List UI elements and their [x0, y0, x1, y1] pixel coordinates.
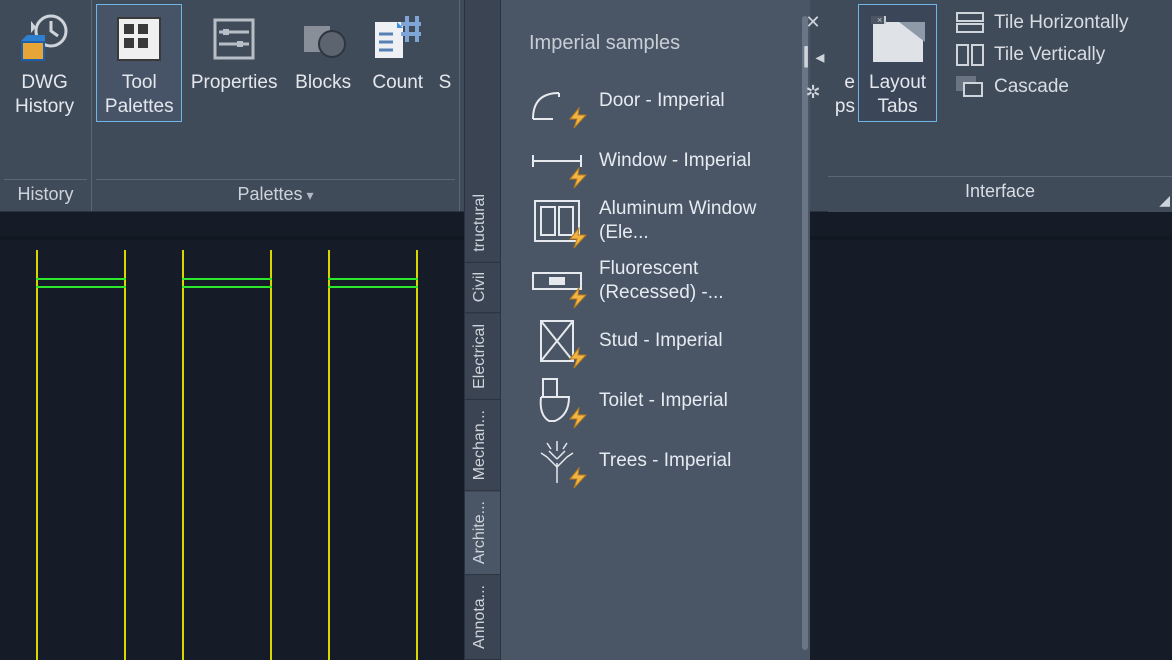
ribbon-right-visible: eps × Layout Tabs	[828, 4, 940, 174]
palette-tab-architectural[interactable]: Archite...	[465, 491, 500, 575]
palette-item-label: Door - Imperial	[599, 89, 725, 113]
palette-item-label: Fluorescent (Recessed) -...	[599, 257, 759, 305]
panel-palettes: Tool Palettes Properties	[92, 0, 460, 211]
blocks-icon	[295, 11, 351, 67]
door-icon	[529, 77, 585, 125]
palette-item-window[interactable]: Window - Imperial	[501, 131, 810, 191]
dock-icon[interactable]: ▎◂	[805, 47, 822, 68]
panel-history-title: History	[4, 179, 87, 211]
window-icon	[529, 137, 585, 185]
tool-palette-controls: ✕ ▎◂ ✲	[798, 12, 828, 103]
tool-palettes-icon	[111, 11, 167, 67]
dwg-history-button[interactable]: DWG History	[4, 4, 85, 122]
tool-palettes-button[interactable]: Tool Palettes	[96, 4, 182, 122]
palette-tab-electrical[interactable]: Electrical	[465, 314, 500, 400]
cut-eps-icon	[831, 11, 855, 67]
palette-item-trees[interactable]: Trees - Imperial	[501, 431, 810, 491]
tile-horizontal-icon	[956, 12, 984, 34]
palette-item-door[interactable]: Door - Imperial	[501, 71, 810, 131]
cut-ribbon-button-s[interactable]: S	[435, 4, 455, 98]
palette-item-label: Stud - Imperial	[599, 329, 723, 353]
cascade[interactable]: Cascade	[952, 74, 1164, 100]
palette-item-label: Toilet - Imperial	[599, 389, 728, 413]
blocks-button[interactable]: Blocks	[286, 4, 361, 98]
tool-palette-title: Imperial samples	[501, 0, 810, 71]
cascade-icon	[956, 76, 984, 98]
panel-palettes-title[interactable]: Palettes	[96, 179, 455, 211]
cascade-label: Cascade	[994, 76, 1069, 98]
tool-palette: Annota... Archite... Mechan... Electrica…	[464, 0, 810, 660]
toilet-icon	[529, 377, 585, 425]
tile-v-label: Tile Vertically	[994, 44, 1105, 66]
count-icon	[370, 11, 426, 67]
palette-item-stud[interactable]: Stud - Imperial	[501, 311, 810, 371]
menu-gear-icon[interactable]: ✲	[805, 82, 820, 103]
tool-palette-body: Imperial samples Door - Imperial Window …	[500, 0, 810, 660]
layout-tabs-icon: ×	[870, 11, 926, 67]
dwg-history-label: DWG History	[15, 71, 74, 119]
panel-interface-body: Tile Horizontally Tile Vertically Cascad…	[946, 4, 1170, 174]
tool-palette-tabs: Annota... Archite... Mechan... Electrica…	[464, 0, 500, 660]
cut-button-eps[interactable]: eps	[828, 4, 858, 126]
tile-h-label: Tile Horizontally	[994, 12, 1128, 34]
panel-history: DWG History History	[0, 0, 92, 211]
palette-tab-mechanical[interactable]: Mechan...	[465, 400, 500, 491]
properties-button[interactable]: Properties	[182, 4, 285, 98]
svg-text:×: ×	[877, 15, 882, 25]
palette-item-label: Aluminum Window (Ele...	[599, 197, 759, 245]
tool-palette-scrollbar[interactable]	[802, 16, 808, 650]
aluminum-window-icon	[529, 197, 585, 245]
stud-icon	[529, 317, 585, 365]
fluorescent-icon	[529, 257, 585, 305]
palette-item-aluminum-window[interactable]: Aluminum Window (Ele...	[501, 191, 810, 251]
cut-icon	[439, 11, 451, 67]
dwg-history-icon	[17, 11, 73, 67]
palette-item-toilet[interactable]: Toilet - Imperial	[501, 371, 810, 431]
tile-vertical-icon	[956, 44, 984, 66]
tile-vertically[interactable]: Tile Vertically	[952, 42, 1164, 68]
blocks-label: Blocks	[295, 71, 351, 95]
layout-tabs-label: Layout Tabs	[869, 71, 926, 119]
palette-item-label: Window - Imperial	[599, 149, 751, 173]
tool-palettes-label: Tool Palettes	[105, 71, 174, 119]
palette-tab-annotation[interactable]: Annota...	[465, 575, 500, 660]
panel-interface-title: Interface	[828, 176, 1172, 212]
count-label: Count	[372, 71, 423, 95]
palette-tab-structural[interactable]: tructural	[465, 184, 500, 263]
count-button[interactable]: Count	[360, 4, 435, 98]
properties-icon	[206, 11, 262, 67]
panel-expander-icon[interactable]: ◢	[1159, 192, 1170, 209]
trees-icon	[529, 437, 585, 485]
properties-label: Properties	[191, 71, 278, 95]
cut-label-s: S	[439, 71, 452, 95]
tile-horizontally[interactable]: Tile Horizontally	[952, 10, 1164, 36]
palette-tab-civil[interactable]: Civil	[465, 262, 500, 313]
palette-item-fluorescent[interactable]: Fluorescent (Recessed) -...	[501, 251, 810, 311]
close-icon[interactable]: ✕	[805, 12, 820, 33]
palette-item-label: Trees - Imperial	[599, 449, 731, 473]
layout-tabs-button[interactable]: × Layout Tabs	[858, 4, 937, 122]
